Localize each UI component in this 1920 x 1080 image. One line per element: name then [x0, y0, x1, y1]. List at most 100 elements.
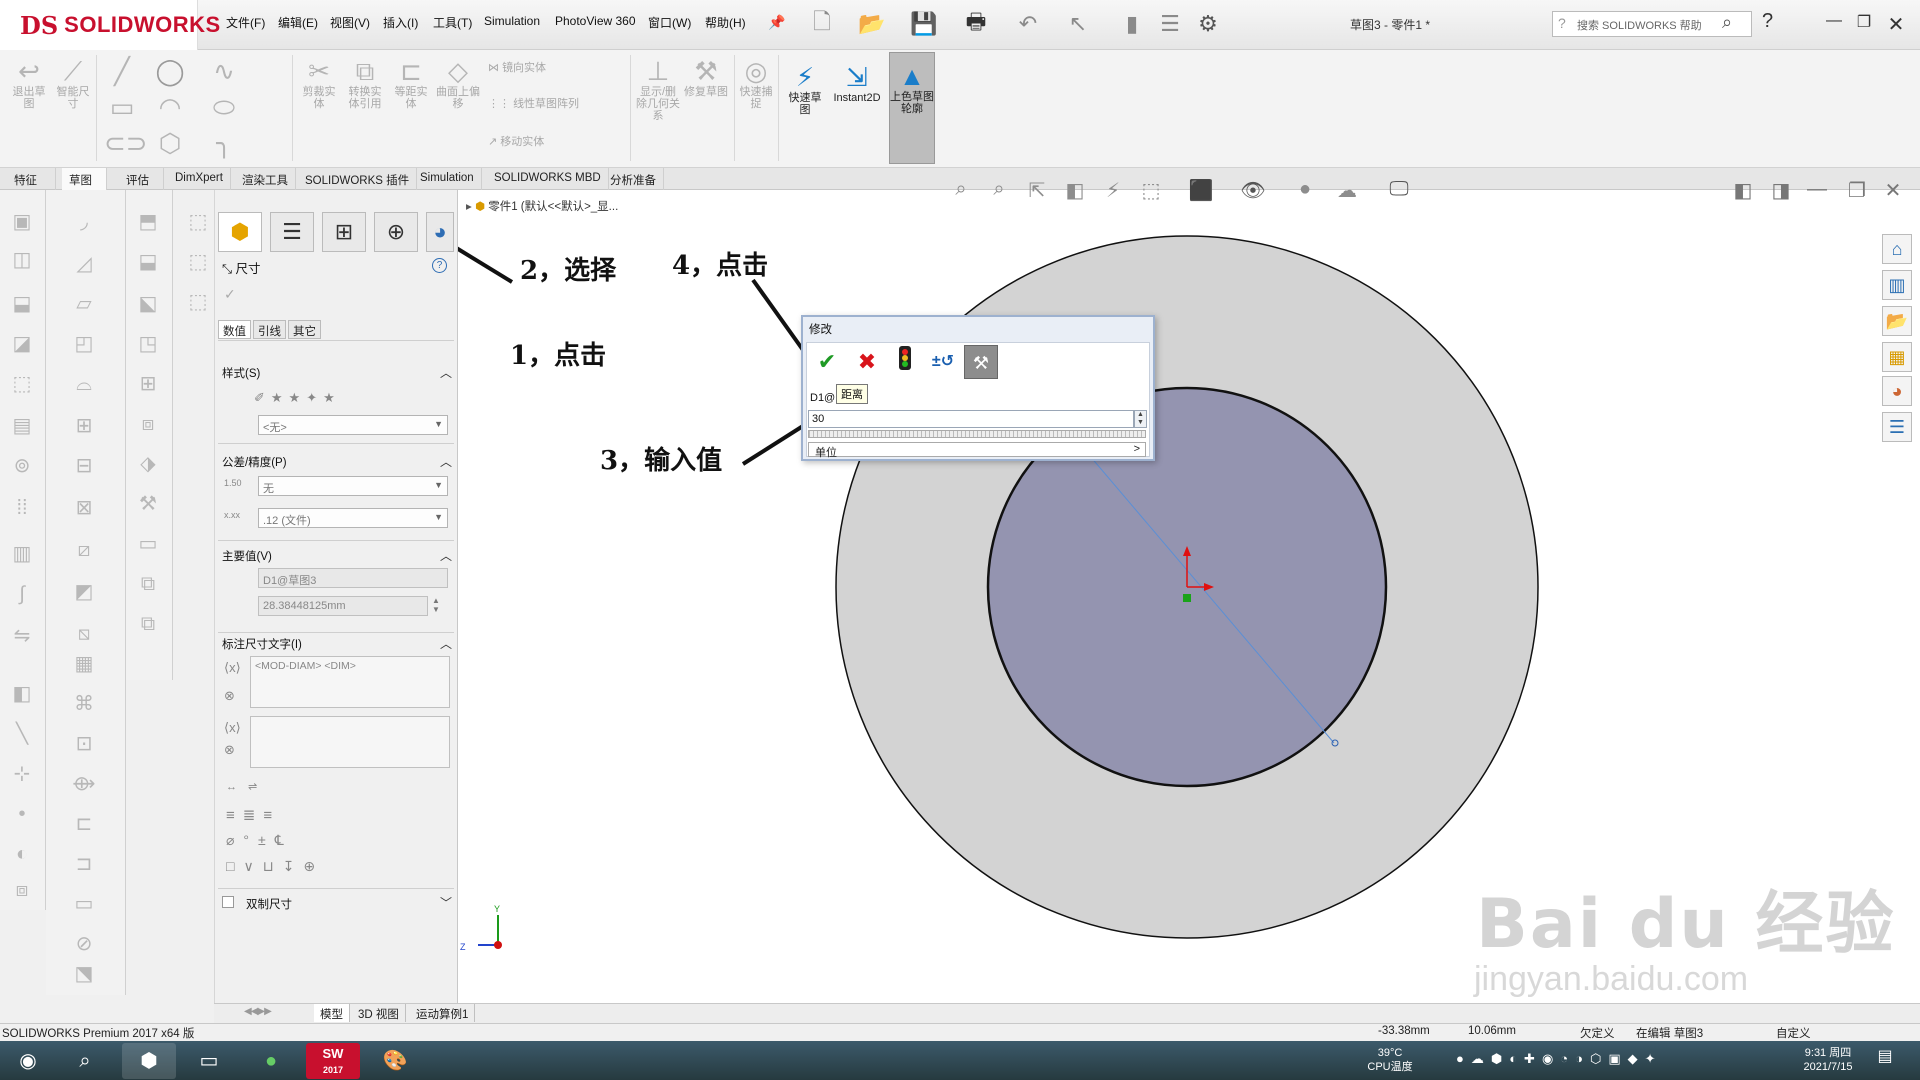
- primary-collapse-chevron-icon[interactable]: ︿: [440, 547, 452, 564]
- screen-capture-icon[interactable]: ▭: [134, 530, 162, 558]
- units-status[interactable]: 自定义: [1776, 1025, 1811, 1041]
- taskbar-app-explorer[interactable]: ⬢: [122, 1043, 176, 1079]
- reference-geometry-icon[interactable]: ◧: [8, 680, 36, 708]
- move-entities-button[interactable]: ↗ 移动实体: [488, 136, 588, 148]
- start-button[interactable]: ◉: [2, 1043, 54, 1079]
- axis-icon[interactable]: ╲: [8, 720, 36, 748]
- shell-icon[interactable]: ◰: [70, 330, 98, 358]
- exit-sketch-button[interactable]: ↩ 退出草图: [8, 56, 50, 110]
- mass-properties-icon[interactable]: ⬗: [134, 450, 162, 478]
- save-icon[interactable]: 💾: [910, 10, 938, 38]
- tab-features[interactable]: 特征: [0, 168, 56, 190]
- convert-entities-button[interactable]: ⧉ 转换实体引用: [344, 56, 386, 110]
- surface-icon[interactable]: ⊞: [134, 370, 162, 398]
- sweep-icon[interactable]: ⬓: [8, 290, 36, 318]
- fillet-feature-icon[interactable]: ◞: [70, 208, 98, 236]
- dual-dimension-chevron-icon[interactable]: ﹀: [440, 894, 452, 911]
- knit-icon[interactable]: ⊘: [70, 930, 98, 958]
- mark-dimension-driven-button[interactable]: ⚒: [964, 345, 998, 379]
- flex-icon[interactable]: ⌘: [70, 690, 98, 718]
- value-spinner-icon[interactable]: ▲ ▼: [1134, 410, 1147, 428]
- subtab-other[interactable]: 其它: [288, 320, 321, 339]
- dimxpert-manager-tab[interactable]: ⊕: [374, 212, 418, 252]
- system-tray-icons[interactable]: ●☁⬢◐✚◉◔◑⬡▣◆✦: [1456, 1052, 1663, 1066]
- menu-photoview[interactable]: PhotoView 360: [555, 14, 636, 28]
- wrap-icon[interactable]: ⊞: [70, 412, 98, 440]
- arc-tool[interactable]: ◠: [152, 92, 188, 122]
- subtab-value[interactable]: 数值: [218, 320, 251, 339]
- precision-dropdown[interactable]: .12 (文件) ▼: [258, 508, 448, 528]
- property-manager-tab[interactable]: ☰: [270, 212, 314, 252]
- tab-scroll-arrows-icon[interactable]: ◀◀▶▶: [244, 1006, 272, 1017]
- sketch-tool-a-icon[interactable]: ⬚: [184, 208, 212, 236]
- measure-icon[interactable]: ⧈: [134, 410, 162, 438]
- tolerance-collapse-chevron-icon[interactable]: ︿: [440, 453, 452, 470]
- dimension-value-input[interactable]: 30: [808, 410, 1134, 428]
- draft-icon[interactable]: ⏥: [70, 290, 98, 318]
- sketch-tool-b-icon[interactable]: ⬚: [184, 248, 212, 276]
- print-icon[interactable]: 🖶: [962, 9, 990, 38]
- tab-solidworks-mbd[interactable]: SOLIDWORKS MBD: [487, 168, 609, 190]
- dimension-text-bottom-field[interactable]: [250, 716, 450, 768]
- smart-dimension-button[interactable]: ⟋ 智能尺寸: [52, 56, 94, 110]
- loft-icon[interactable]: ◪: [8, 330, 36, 358]
- search-magnifier-icon[interactable]: ⌕: [1722, 12, 1732, 33]
- taskbar-app-paint[interactable]: 🎨: [368, 1043, 422, 1079]
- spline-tool[interactable]: ∿: [206, 56, 242, 86]
- tolerance-type-dropdown[interactable]: 无 ▼: [258, 476, 448, 496]
- dimension-text-clear-2-icon[interactable]: ⊗: [224, 742, 235, 758]
- action-center-icon[interactable]: ▤: [1872, 1049, 1898, 1065]
- pm-help-icon[interactable]: ?: [432, 258, 447, 273]
- surface-offset-button[interactable]: ◇ 曲面上偏移: [436, 56, 480, 110]
- rectangle-tool[interactable]: ▭: [104, 92, 140, 122]
- display-manager-tab[interactable]: ◕: [426, 212, 454, 252]
- tab-3d-views[interactable]: 3D 视图: [352, 1004, 406, 1022]
- open-icon[interactable]: 📂: [858, 10, 886, 38]
- dome-icon[interactable]: ⌓: [70, 370, 98, 398]
- dimension-text-placement-2-icon[interactable]: ⟨x⟩: [224, 720, 241, 736]
- instant2d-button[interactable]: ⇲ Instant2D: [830, 62, 884, 104]
- sketch-tool-c-icon[interactable]: ⬚: [184, 288, 212, 316]
- primary-value-group-header[interactable]: 主要值(V): [222, 548, 272, 564]
- rapid-sketch-button[interactable]: ⚡ 快速草图: [784, 62, 826, 116]
- close-icon[interactable]: ✕: [1884, 12, 1908, 36]
- extrude-boss-icon[interactable]: ▣: [8, 208, 36, 236]
- new-icon[interactable]: 🗋: [808, 9, 836, 38]
- view-orientation-icon[interactable]: ◳: [134, 330, 162, 358]
- weldment-icon[interactable]: ⬓: [134, 248, 162, 276]
- style-collapse-chevron-icon[interactable]: ︿: [440, 364, 452, 381]
- tab-model[interactable]: 模型: [314, 1004, 350, 1022]
- style-buttons-icon[interactable]: ✐★★✦★: [254, 390, 341, 406]
- hole-wizard-icon[interactable]: ⊚: [8, 452, 36, 480]
- units-dropdown[interactable]: 单位 >: [808, 442, 1146, 459]
- cut-with-surface-icon[interactable]: ⊐: [70, 850, 98, 878]
- repair-sketch-button[interactable]: ⚒ 修复草图: [684, 56, 728, 98]
- dimension-text-collapse-chevron-icon[interactable]: ︿: [440, 635, 452, 652]
- center-point[interactable]: [1183, 594, 1191, 602]
- cancel-x-button[interactable]: ✖: [850, 345, 884, 379]
- taskbar-app-browser[interactable]: ●: [244, 1043, 298, 1079]
- pm-ok-icon[interactable]: ✓: [224, 286, 236, 303]
- taskbar-search[interactable]: ⌕: [58, 1043, 112, 1079]
- dimension-text-top-field[interactable]: <MOD-DIAM> <DIM>: [250, 656, 450, 708]
- sheet-metal-icon[interactable]: ⬒: [134, 208, 162, 236]
- quick-snaps-button[interactable]: ◎ 快速捕捉: [738, 56, 774, 110]
- menu-tools[interactable]: 工具(T): [433, 14, 472, 31]
- text-justify-buttons-icon[interactable]: ↔ ⇌: [226, 780, 261, 793]
- freeform-icon[interactable]: ⊡: [70, 730, 98, 758]
- shaded-sketch-contours-button[interactable]: ▲ 上色草图轮廓: [889, 52, 935, 164]
- linear-pattern-button[interactable]: ⋮⋮ 线性草图阵列: [488, 98, 598, 110]
- fillet-tool[interactable]: ╮: [206, 128, 242, 158]
- coordinate-system-icon[interactable]: ⊹: [8, 760, 36, 788]
- library-feature-icon[interactable]: ▦: [70, 650, 98, 678]
- select-icon[interactable]: ↖: [1064, 10, 1092, 38]
- tab-evaluate[interactable]: 评估: [119, 168, 164, 190]
- instant3d-icon[interactable]: ⇋: [8, 622, 36, 650]
- mirror-entities-button[interactable]: ⋈ 镜向实体: [488, 62, 588, 74]
- feature-manager-tab[interactable]: ⬢: [218, 212, 262, 252]
- mate-icon[interactable]: ⧈: [8, 876, 36, 904]
- tab-solidworks-addins[interactable]: SOLIDWORKS 插件: [298, 168, 418, 190]
- copy-icon[interactable]: ⧉: [134, 570, 162, 598]
- symbol-buttons-row2-icon[interactable]: □∨⊔↧⊕: [226, 858, 324, 875]
- offset-entities-button[interactable]: ⊏ 等距实体: [390, 56, 432, 110]
